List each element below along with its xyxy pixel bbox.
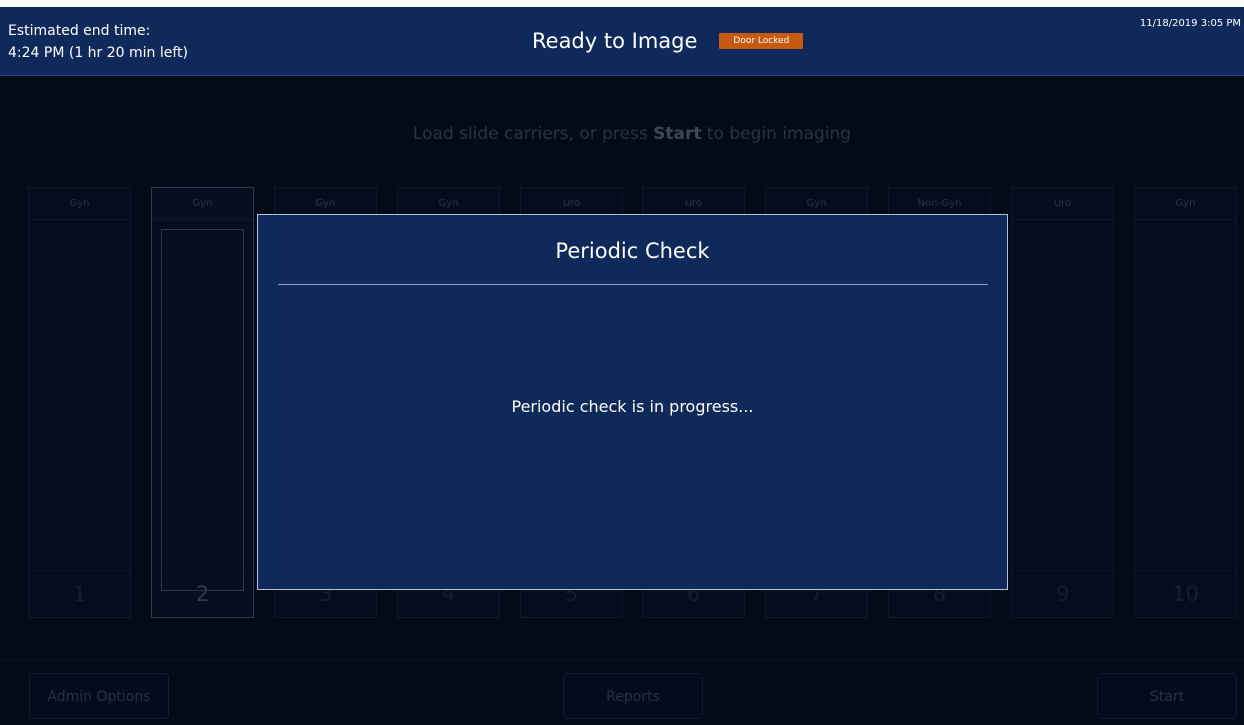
estimated-end-value: 4:24 PM (1 hr 20 min left) — [8, 45, 189, 61]
dialog-divider — [278, 284, 988, 285]
date-time: 11/18/2019 3:05 PM — [1139, 18, 1241, 29]
bay-type-label: Gyn — [152, 188, 253, 220]
bay-2[interactable]: Gyn 2 — [151, 187, 254, 618]
slide-carrier — [161, 229, 244, 591]
page-title: Ready to Image — [532, 29, 698, 53]
bay-number: 2 — [152, 570, 253, 617]
estimated-end-time: Estimated end time: 4:24 PM (1 hr 20 min… — [8, 20, 188, 64]
bay-10[interactable]: Gyn 10 — [1134, 187, 1237, 618]
instruction-text: Load slide carriers, or press Start to b… — [0, 124, 1244, 144]
instruction-bold: Start — [653, 124, 702, 144]
periodic-check-dialog: Periodic Check Periodic check is in prog… — [257, 214, 1008, 590]
top-strip — [0, 0, 1244, 7]
bay-type-label: Gyn — [29, 188, 130, 220]
status-title-group: Ready to Image Door Locked — [532, 29, 804, 53]
door-status-badge: Door Locked — [719, 33, 804, 49]
dialog-message: Periodic check is in progress... — [511, 397, 754, 416]
footer-divider — [0, 660, 1244, 661]
instruction-after: to begin imaging — [701, 124, 852, 144]
bay-number: 1 — [29, 570, 130, 617]
bay-type-label: Uro — [1012, 188, 1113, 220]
admin-options-button[interactable]: Admin Options — [29, 673, 169, 719]
bay-type-label: Gyn — [1135, 188, 1236, 220]
status-header: Estimated end time: 4:24 PM (1 hr 20 min… — [0, 7, 1244, 76]
estimated-end-label: Estimated end time: — [8, 23, 151, 39]
bay-number: 10 — [1135, 570, 1236, 617]
bay-number: 9 — [1012, 570, 1113, 617]
dialog-title: Periodic Check — [555, 239, 710, 263]
bay-9[interactable]: Uro 9 — [1011, 187, 1114, 618]
instruction-before: Load slide carriers, or press — [412, 124, 654, 144]
reports-button[interactable]: Reports — [563, 673, 703, 719]
bay-1[interactable]: Gyn 1 — [28, 187, 131, 618]
start-button[interactable]: Start — [1097, 673, 1237, 719]
